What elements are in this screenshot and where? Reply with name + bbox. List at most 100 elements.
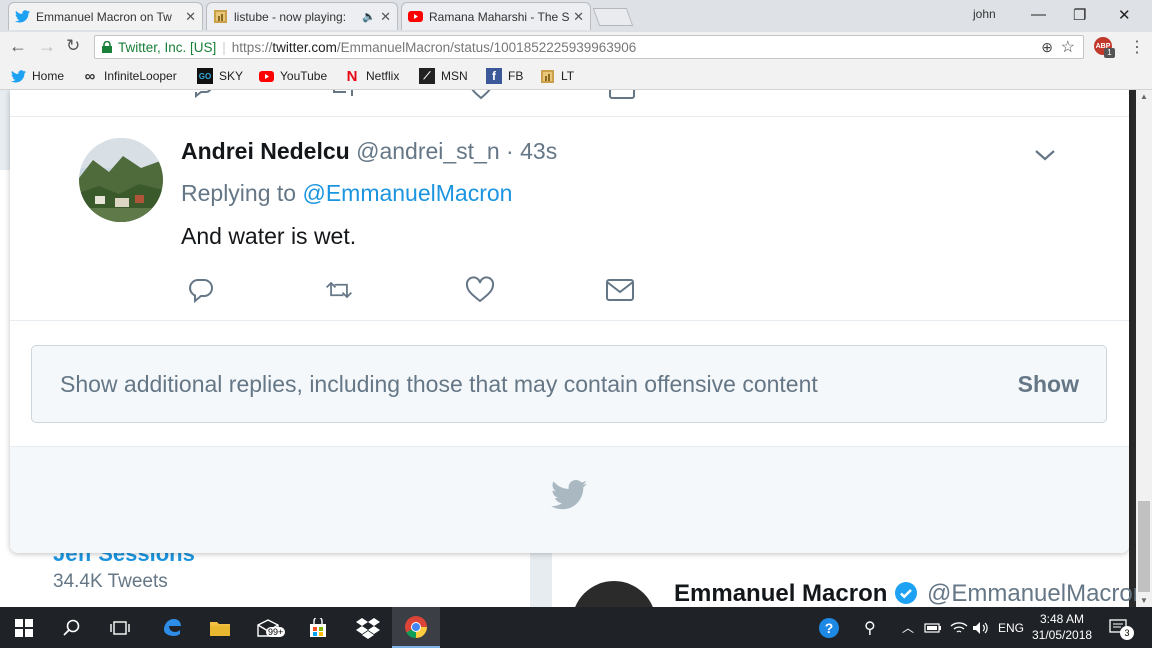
go-icon: GO xyxy=(197,68,213,84)
like-button[interactable] xyxy=(465,275,495,305)
more-vert-icon[interactable]: ⋮ xyxy=(1129,37,1145,57)
chevron-down-icon[interactable] xyxy=(1033,143,1057,167)
volume-icon[interactable] xyxy=(972,607,990,648)
heart-icon xyxy=(465,276,495,303)
bookmark-label: Netflix xyxy=(366,69,400,83)
tab-emmanuel-macron[interactable]: Emmanuel Macron on Tw ✕ xyxy=(8,2,203,30)
show-more-replies-box[interactable]: Show additional replies, including those… xyxy=(31,345,1107,423)
show-hidden-icons-chevron-icon[interactable]: ︿ xyxy=(902,607,914,648)
mail-badge: 99+ xyxy=(266,627,286,637)
bookmark-label: FB xyxy=(508,69,524,83)
profile-handle[interactable]: @EmmanuelMacron xyxy=(927,580,1136,607)
bookmark-fb[interactable]: f FB xyxy=(486,68,523,84)
bookmark-label: Home xyxy=(32,69,65,83)
reply-icon xyxy=(189,279,213,304)
retweet-icon[interactable] xyxy=(328,90,358,100)
address-bar[interactable]: Twitter, Inc. [US] | https://twitter.com… xyxy=(94,35,1084,59)
tweet-timestamp: 43s xyxy=(520,138,558,164)
store-icon[interactable] xyxy=(294,607,342,648)
reply-icon[interactable] xyxy=(188,90,214,100)
netflix-icon: N xyxy=(346,67,358,85)
modal-footer xyxy=(10,446,1129,553)
direct-message-button[interactable] xyxy=(605,275,635,305)
language-indicator[interactable]: ENG xyxy=(998,607,1024,648)
retweet-button[interactable] xyxy=(324,275,354,305)
bookmark-home[interactable]: Home xyxy=(10,68,64,84)
verified-badge-icon xyxy=(895,582,917,604)
scroll-up-arrow-icon[interactable]: ▲ xyxy=(1140,92,1148,101)
taskbar: 99+ ? ⚲ ︿ ENG 3:48 AM 31/05/2018 3 xyxy=(0,607,1152,648)
wifi-icon[interactable] xyxy=(950,607,968,648)
site-identity[interactable]: Twitter, Inc. [US] xyxy=(118,40,216,55)
author-handle[interactable]: @andrei_st_n · 43s xyxy=(356,138,557,164)
previous-tweet-actions xyxy=(10,90,1129,104)
profile-name[interactable]: Emmanuel Macron xyxy=(674,580,887,607)
bookmark-sky[interactable]: GO SKY xyxy=(197,68,243,84)
show-button[interactable]: Show xyxy=(1018,371,1079,398)
tweet-author[interactable]: Andrei Nedelcu @andrei_st_n · 43s xyxy=(181,138,557,165)
lock-icon xyxy=(102,41,112,53)
facebook-icon: f xyxy=(486,68,502,84)
background-photo-strip xyxy=(1129,90,1136,607)
tab-ramana-maharshi[interactable]: Ramana Maharshi - The S ✕ xyxy=(401,2,591,30)
reload-icon[interactable]: ↻ xyxy=(66,36,80,56)
dropbox-icon[interactable] xyxy=(344,607,392,648)
bookmark-infinitelooper[interactable]: ∞ InfiniteLooper xyxy=(82,67,177,85)
back-arrow-icon[interactable]: ← xyxy=(9,36,27,57)
reply-tweet[interactable]: Andrei Nedelcu @andrei_st_n · 43s Replyi… xyxy=(10,116,1129,321)
suggested-profile-tweets: 34.4K Tweets xyxy=(53,571,168,592)
msn-icon: ⟋ xyxy=(419,68,435,84)
search-icon[interactable] xyxy=(48,607,96,648)
windows-start-icon[interactable] xyxy=(0,607,48,648)
heart-icon[interactable] xyxy=(468,90,494,100)
chrome-icon[interactable] xyxy=(392,607,440,648)
edge-icon[interactable] xyxy=(148,607,196,648)
task-view-icon[interactable] xyxy=(96,607,144,648)
browser-toolbar: ← → ↻ Twitter, Inc. [US] | https://twitt… xyxy=(0,32,1152,62)
youtube-icon xyxy=(408,9,423,24)
bookmark-netflix[interactable]: N Netflix xyxy=(344,67,400,85)
page-viewport: Jeff Sessions 34.4K Tweets Emmanuel Macr… xyxy=(0,90,1136,607)
battery-icon[interactable] xyxy=(924,607,942,648)
tab-title: listube - now playing: xyxy=(234,9,347,24)
tab-strip: Emmanuel Macron on Tw ✕ listube - now pl… xyxy=(0,0,1152,32)
scrollbar-thumb[interactable] xyxy=(1138,501,1150,592)
lt-icon xyxy=(539,68,555,84)
bookmark-msn[interactable]: ⟋ MSN xyxy=(419,68,468,84)
close-icon[interactable]: ✕ xyxy=(380,9,391,25)
mail-icon[interactable]: 99+ xyxy=(244,607,292,648)
author-name[interactable]: Andrei Nedelcu xyxy=(181,138,350,164)
bookmark-label: SKY xyxy=(219,69,244,83)
url-text[interactable]: https://twitter.com/EmmanuelMacron/statu… xyxy=(232,40,637,55)
replying-to: Replying to @EmmanuelMacron xyxy=(181,180,513,206)
close-icon[interactable]: ✕ xyxy=(185,9,196,25)
restore-icon[interactable]: ❐ xyxy=(1073,6,1086,24)
bookmark-label: LT xyxy=(561,69,575,83)
minimize-icon[interactable]: — xyxy=(1031,6,1046,23)
message-icon[interactable] xyxy=(608,90,636,100)
action-center-icon[interactable]: 3 xyxy=(1108,607,1134,648)
vertical-scrollbar[interactable]: ▲ ▼ xyxy=(1136,90,1152,607)
new-tab-button[interactable] xyxy=(592,8,634,26)
clock-date: 31/05/2018 xyxy=(1032,628,1093,642)
file-explorer-icon[interactable] xyxy=(196,607,244,648)
close-icon[interactable]: ✕ xyxy=(573,9,584,25)
system-clock[interactable]: 3:48 AM 31/05/2018 xyxy=(1032,611,1092,643)
profile-name[interactable]: john xyxy=(973,7,996,21)
help-icon[interactable]: ? xyxy=(818,607,840,648)
bookmark-label: InfiniteLooper xyxy=(104,69,177,83)
speaker-icon[interactable]: 🔈 xyxy=(362,10,376,23)
forward-arrow-icon[interactable]: → xyxy=(38,36,56,57)
infinity-icon: ∞ xyxy=(84,67,96,85)
star-icon[interactable]: ☆ xyxy=(1061,37,1075,57)
tab-listube[interactable]: listube - now playing: 🔈 ✕ xyxy=(206,2,398,30)
bookmark-lt[interactable]: LT xyxy=(539,68,574,84)
window-close-icon[interactable]: ✕ xyxy=(1118,6,1131,24)
avatar[interactable] xyxy=(79,138,163,222)
reply-button[interactable] xyxy=(186,275,216,305)
mention-link[interactable]: @EmmanuelMacron xyxy=(302,180,512,206)
scroll-down-arrow-icon[interactable]: ▼ xyxy=(1140,596,1148,605)
zoom-icon[interactable]: ⊕ xyxy=(1041,39,1053,56)
bookmark-youtube[interactable]: YouTube xyxy=(258,68,327,84)
people-icon[interactable]: ⚲ xyxy=(864,607,876,648)
